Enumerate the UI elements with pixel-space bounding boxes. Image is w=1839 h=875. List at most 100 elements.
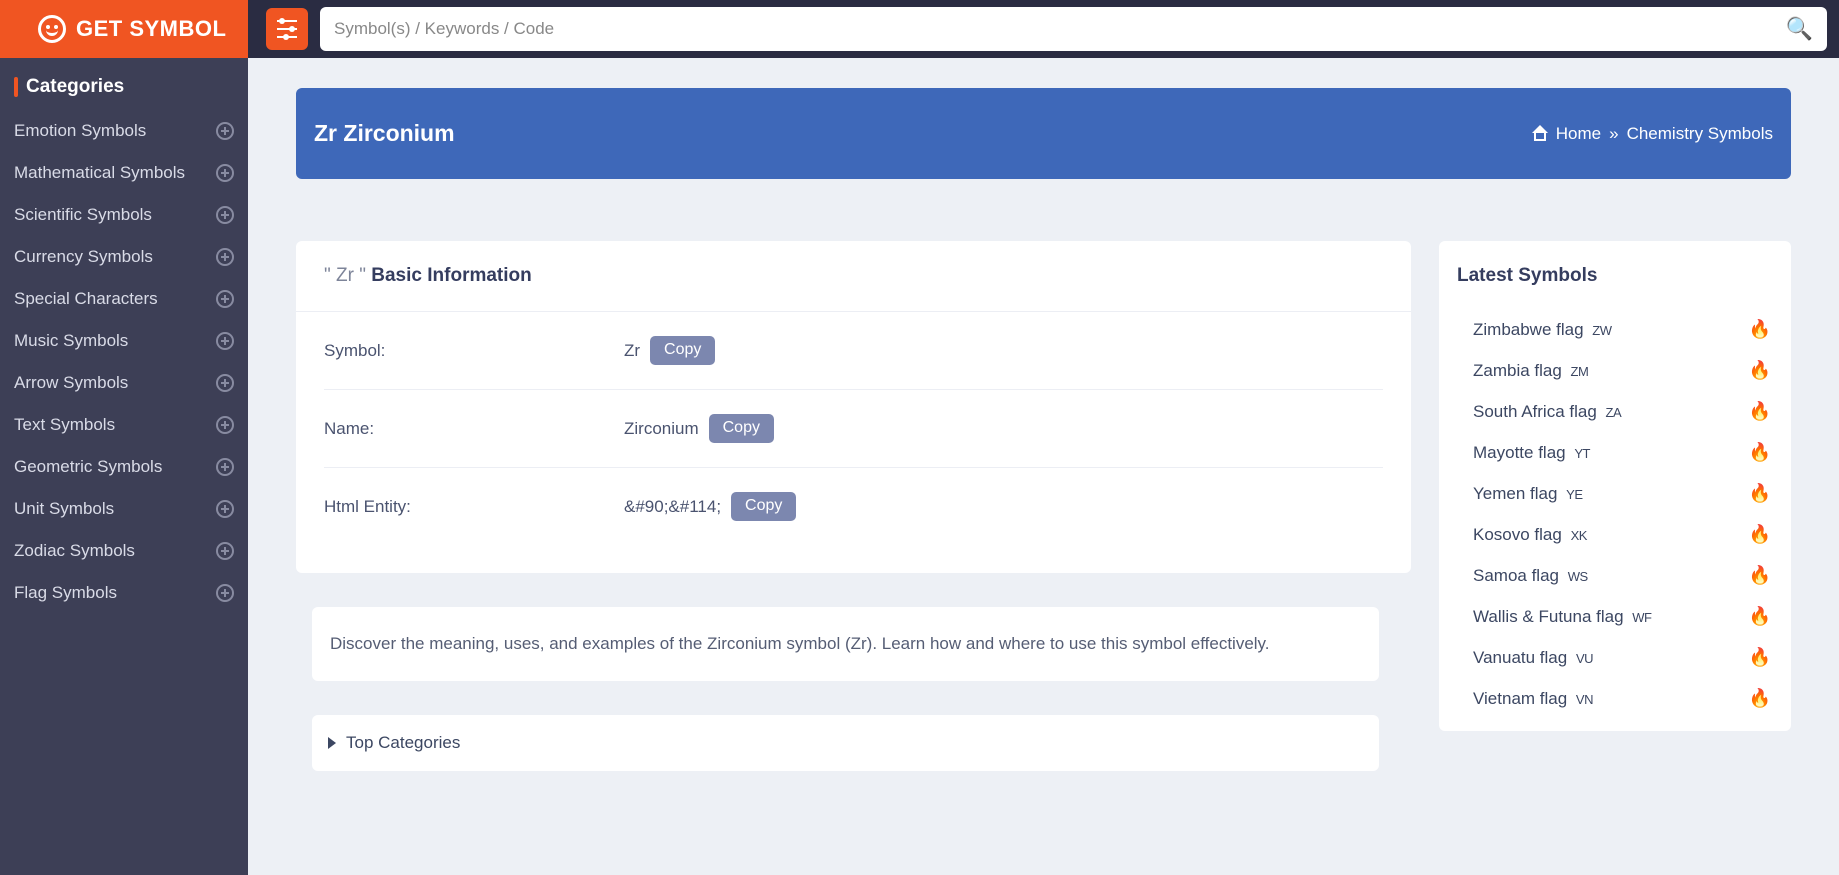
info-row: Html Entity:&#90;&#114; Copy [324, 468, 1383, 545]
sliders-icon [277, 20, 297, 38]
info-value: ZirconiumCopy [624, 414, 774, 443]
plus-circle-icon [216, 164, 234, 182]
sidebar-item-label: Music Symbols [14, 331, 128, 351]
info-value-text: &#90;&#114; [624, 497, 721, 517]
flag-glyph: ZM [1571, 364, 1589, 379]
flag-glyph: YE [1566, 487, 1582, 502]
latest-item[interactable]: Vanuatu flag VU🔥 [1445, 637, 1785, 678]
copy-button[interactable]: Copy [650, 336, 715, 365]
header-prefix: " Zr " [324, 265, 371, 286]
search-area: 🔍 [248, 7, 1839, 51]
sidebar-item[interactable]: Zodiac Symbols [0, 530, 248, 572]
copy-button[interactable]: Copy [731, 492, 796, 521]
info-label: Symbol: [324, 341, 624, 361]
sidebar-title-text: Categories [26, 76, 124, 98]
latest-item-label: Yemen flag YE [1473, 484, 1583, 504]
latest-item-label: Zambia flag ZM [1473, 361, 1588, 381]
brand-logo[interactable]: GET SYMBOL [0, 0, 248, 58]
triangle-right-icon [328, 737, 336, 749]
sidebar-item-label: Unit Symbols [14, 499, 114, 519]
sidebar-item-label: Flag Symbols [14, 583, 117, 603]
fire-icon: 🔥 [1749, 442, 1771, 463]
sidebar-item[interactable]: Arrow Symbols [0, 362, 248, 404]
latest-item[interactable]: Wallis & Futuna flag WF 🔥 [1445, 596, 1785, 637]
sidebar-item[interactable]: Emotion Symbols [0, 110, 248, 152]
fire-icon: 🔥 [1749, 647, 1771, 668]
breadcrumb-home[interactable]: Home [1556, 124, 1601, 144]
header-title: Basic Information [371, 265, 531, 286]
search-input[interactable] [334, 19, 1786, 39]
description-text: Discover the meaning, uses, and examples… [330, 634, 1270, 653]
latest-item[interactable]: Zambia flag ZM🔥 [1445, 350, 1785, 391]
breadcrumb-sep: » [1609, 124, 1618, 144]
fire-icon: 🔥 [1749, 688, 1771, 709]
sidebar-item[interactable]: Currency Symbols [0, 236, 248, 278]
plus-circle-icon [216, 332, 234, 350]
latest-item[interactable]: Vietnam flag VN🔥 [1445, 678, 1785, 719]
sidebar-item[interactable]: Mathematical Symbols [0, 152, 248, 194]
latest-item-label: Wallis & Futuna flag WF [1473, 607, 1652, 627]
latest-item[interactable]: Mayotte flag YT 🔥 [1445, 432, 1785, 473]
fire-icon: 🔥 [1749, 401, 1771, 422]
sidebar-item-label: Text Symbols [14, 415, 115, 435]
latest-item[interactable]: Kosovo flag XK🔥 [1445, 514, 1785, 555]
sidebar-item-label: Arrow Symbols [14, 373, 128, 393]
top-categories-card: Top Categories [312, 715, 1379, 771]
info-value: &#90;&#114; Copy [624, 492, 796, 521]
latest-item-label: South Africa flag ZA [1473, 402, 1621, 422]
sidebar-item[interactable]: Text Symbols [0, 404, 248, 446]
page-title: Zr Zirconium [314, 120, 455, 147]
sidebar-item-label: Geometric Symbols [14, 457, 162, 477]
flag-glyph: YT [1574, 446, 1590, 461]
basic-info-card: " Zr " Basic Information Symbol:ZrCopyNa… [296, 241, 1411, 573]
sidebar-item-label: Zodiac Symbols [14, 541, 135, 561]
search-box: 🔍 [320, 7, 1827, 51]
latest-item-label: Mayotte flag YT [1473, 443, 1590, 463]
plus-circle-icon [216, 500, 234, 518]
accordion-toggle[interactable]: Top Categories [328, 733, 1363, 753]
flag-glyph: ZW [1592, 323, 1611, 338]
page-header: Zr Zirconium Home » Chemistry Symbols [296, 88, 1791, 179]
plus-circle-icon [216, 458, 234, 476]
smiley-icon [38, 15, 66, 43]
main-content: Zr Zirconium Home » Chemistry Symbols " … [248, 58, 1839, 875]
plus-circle-icon [216, 542, 234, 560]
latest-item[interactable]: Samoa flag WS🔥 [1445, 555, 1785, 596]
brand-text: GET SYMBOL [76, 16, 226, 42]
info-label: Html Entity: [324, 497, 624, 517]
filter-button[interactable] [266, 8, 308, 50]
sidebar-title: Categories [0, 76, 248, 110]
fire-icon: 🔥 [1749, 319, 1771, 340]
sidebar-item[interactable]: Special Characters [0, 278, 248, 320]
sidebar-item[interactable]: Unit Symbols [0, 488, 248, 530]
sidebar-item-label: Special Characters [14, 289, 158, 309]
sidebar-item[interactable]: Flag Symbols [0, 572, 248, 614]
flag-glyph: WF [1632, 610, 1651, 625]
copy-button[interactable]: Copy [709, 414, 774, 443]
sidebar-item[interactable]: Scientific Symbols [0, 194, 248, 236]
latest-item[interactable]: South Africa flag ZA 🔥 [1445, 391, 1785, 432]
home-icon [1532, 127, 1548, 141]
sidebar-item[interactable]: Music Symbols [0, 320, 248, 362]
accent-bar [14, 77, 18, 97]
latest-item[interactable]: Zimbabwe flag ZW 🔥 [1445, 309, 1785, 350]
description-card: Discover the meaning, uses, and examples… [312, 607, 1379, 681]
topbar: GET SYMBOL 🔍 [0, 0, 1839, 58]
sidebar-item-label: Emotion Symbols [14, 121, 146, 141]
plus-circle-icon [216, 416, 234, 434]
fire-icon: 🔥 [1749, 606, 1771, 627]
latest-item-label: Zimbabwe flag ZW [1473, 320, 1612, 340]
plus-circle-icon [216, 122, 234, 140]
latest-item[interactable]: Yemen flag YE🔥 [1445, 473, 1785, 514]
breadcrumb: Home » Chemistry Symbols [1532, 124, 1773, 144]
sidebar-item[interactable]: Geometric Symbols [0, 446, 248, 488]
flag-glyph: ZA [1606, 405, 1622, 420]
info-value-text: Zr [624, 341, 640, 361]
search-icon[interactable]: 🔍 [1786, 16, 1813, 42]
breadcrumb-current[interactable]: Chemistry Symbols [1627, 124, 1773, 144]
flag-glyph: VU [1576, 651, 1593, 666]
latest-title: Latest Symbols [1439, 241, 1791, 309]
plus-circle-icon [216, 206, 234, 224]
sidebar-item-label: Mathematical Symbols [14, 163, 185, 183]
sidebar-item-label: Currency Symbols [14, 247, 153, 267]
